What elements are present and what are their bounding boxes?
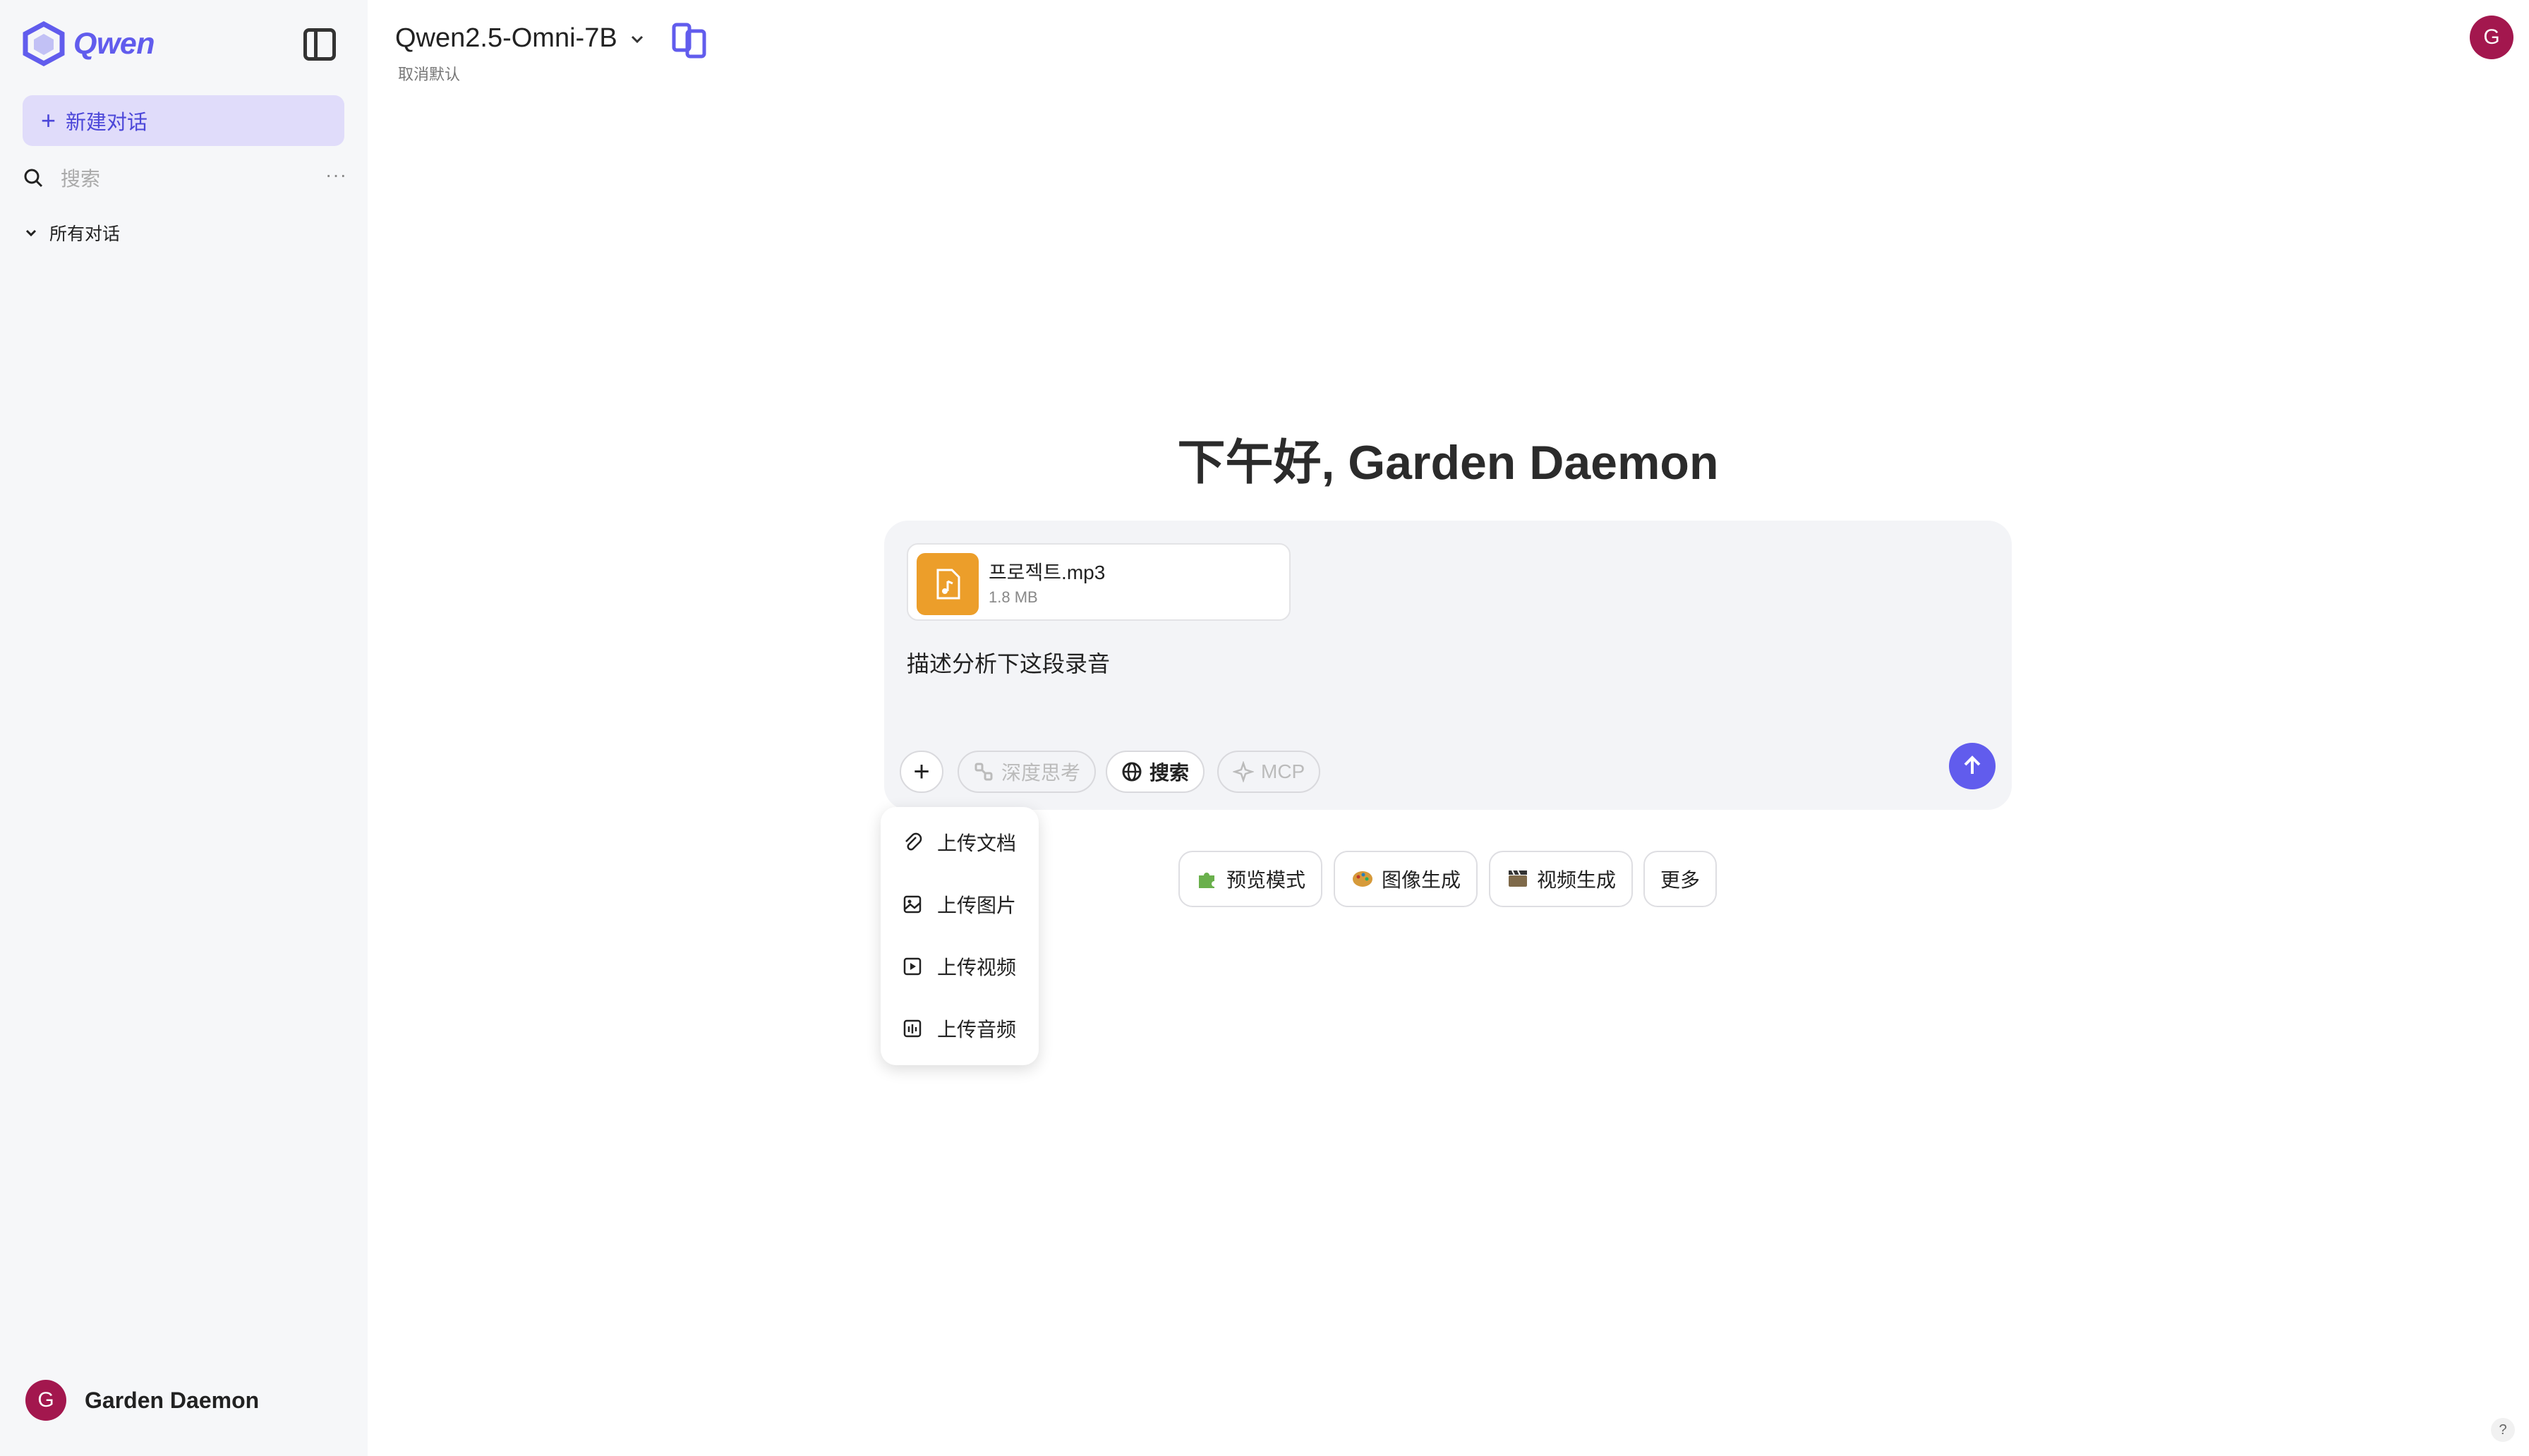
web-search-label: 搜索 bbox=[1149, 762, 1190, 784]
search-input[interactable]: 搜索 bbox=[61, 164, 100, 192]
video-generation-label: 视频生成 bbox=[1537, 869, 1617, 891]
upload-video-label: 上传视频 bbox=[937, 957, 1017, 978]
globe-icon bbox=[1122, 762, 1142, 782]
add-attachment-button[interactable]: + bbox=[900, 751, 943, 793]
compare-models-icon[interactable] bbox=[670, 21, 708, 59]
upload-audio-label: 上传音频 bbox=[937, 1019, 1017, 1041]
arrow-up-icon bbox=[1964, 756, 1981, 774]
avatar: G bbox=[25, 1380, 66, 1421]
header-avatar[interactable]: G bbox=[2470, 16, 2513, 59]
user-name: Garden Daemon bbox=[85, 1387, 260, 1413]
sidebar: Qwen + 新建对话 搜索 ··· 所有对话 G Garden Daemon bbox=[0, 0, 368, 1456]
qwen-logo-icon bbox=[23, 21, 65, 66]
sidebar-search[interactable]: 搜索 ··· bbox=[23, 162, 347, 193]
chevron-down-icon bbox=[25, 229, 37, 237]
more-chip[interactable]: 更多 bbox=[1643, 851, 1718, 907]
logo-text: Qwen bbox=[73, 26, 155, 61]
music-file-icon bbox=[917, 553, 979, 615]
mcp-label: MCP bbox=[1261, 760, 1305, 782]
paperclip-icon bbox=[905, 832, 922, 851]
attachment-card[interactable]: 프로젝트.mp3 1.8 MB bbox=[907, 543, 1291, 621]
more-icon[interactable]: ··· bbox=[325, 164, 347, 186]
video-generation-chip[interactable]: 视频生成 bbox=[1489, 851, 1634, 907]
user-profile[interactable]: G Garden Daemon bbox=[25, 1380, 259, 1421]
send-button[interactable] bbox=[1949, 743, 1996, 789]
audio-icon bbox=[903, 1019, 922, 1038]
deep-thinking-button[interactable]: 深度思考 bbox=[958, 751, 1097, 793]
preview-mode-label: 预览模式 bbox=[1226, 869, 1306, 891]
all-conversations-toggle[interactable]: 所有对话 bbox=[24, 220, 120, 245]
sidebar-toggle-button[interactable] bbox=[303, 28, 336, 61]
plus-icon: + bbox=[41, 106, 56, 135]
video-icon bbox=[903, 957, 922, 976]
model-selector[interactable]: Qwen2.5-Omni-7B bbox=[395, 23, 646, 54]
deep-thinking-label: 深度思考 bbox=[1001, 762, 1081, 784]
all-conversations-label: 所有对话 bbox=[49, 224, 121, 244]
search-icon bbox=[24, 169, 43, 188]
new-chat-button[interactable]: + 新建对话 bbox=[23, 95, 344, 146]
upload-document-item[interactable]: 上传文档 bbox=[902, 828, 1016, 856]
mcp-button[interactable]: MCP bbox=[1217, 751, 1321, 793]
chevron-down-icon bbox=[631, 35, 643, 43]
image-icon bbox=[903, 895, 922, 914]
attachment-name: 프로젝트.mp3 bbox=[989, 562, 1106, 583]
unset-default-link[interactable]: 取消默认 bbox=[398, 62, 460, 85]
greeting-title: 下午好, Garden Daemon bbox=[1177, 436, 1719, 490]
preview-mode-chip[interactable]: 预览模式 bbox=[1178, 851, 1323, 907]
qwen-logo[interactable]: Qwen bbox=[21, 21, 155, 66]
image-generation-chip[interactable]: 图像生成 bbox=[1334, 851, 1478, 907]
sparkle-icon bbox=[1233, 761, 1254, 782]
upload-image-item[interactable]: 上传图片 bbox=[902, 890, 1016, 918]
film-icon bbox=[1509, 870, 1527, 887]
palette-icon bbox=[1353, 871, 1372, 887]
model-name: Qwen2.5-Omni-7B bbox=[395, 23, 617, 53]
prompt-input[interactable]: 描述分析下这段录音 bbox=[907, 646, 1110, 679]
attachment-size: 1.8 MB bbox=[989, 588, 1038, 606]
new-chat-label: 新建对话 bbox=[66, 111, 148, 134]
upload-video-item[interactable]: 上传视频 bbox=[902, 952, 1016, 981]
deep-thinking-icon bbox=[974, 763, 993, 781]
puzzle-icon bbox=[1199, 873, 1214, 888]
help-button[interactable]: ? bbox=[2491, 1418, 2515, 1442]
web-search-button[interactable]: 搜索 bbox=[1106, 751, 1205, 793]
upload-audio-item[interactable]: 上传音频 bbox=[902, 1014, 1016, 1043]
image-generation-label: 图像生成 bbox=[1382, 869, 1461, 891]
more-label: 更多 bbox=[1660, 869, 1701, 891]
chat-composer: 프로젝트.mp3 1.8 MB 描述分析下这段录音 + 深度思考 搜索 MCP bbox=[884, 521, 2012, 810]
upload-menu: 上传文档 上传图片 上传视频 上传音频 bbox=[881, 807, 1039, 1065]
upload-image-label: 上传图片 bbox=[937, 894, 1017, 916]
upload-document-label: 上传文档 bbox=[937, 832, 1017, 854]
